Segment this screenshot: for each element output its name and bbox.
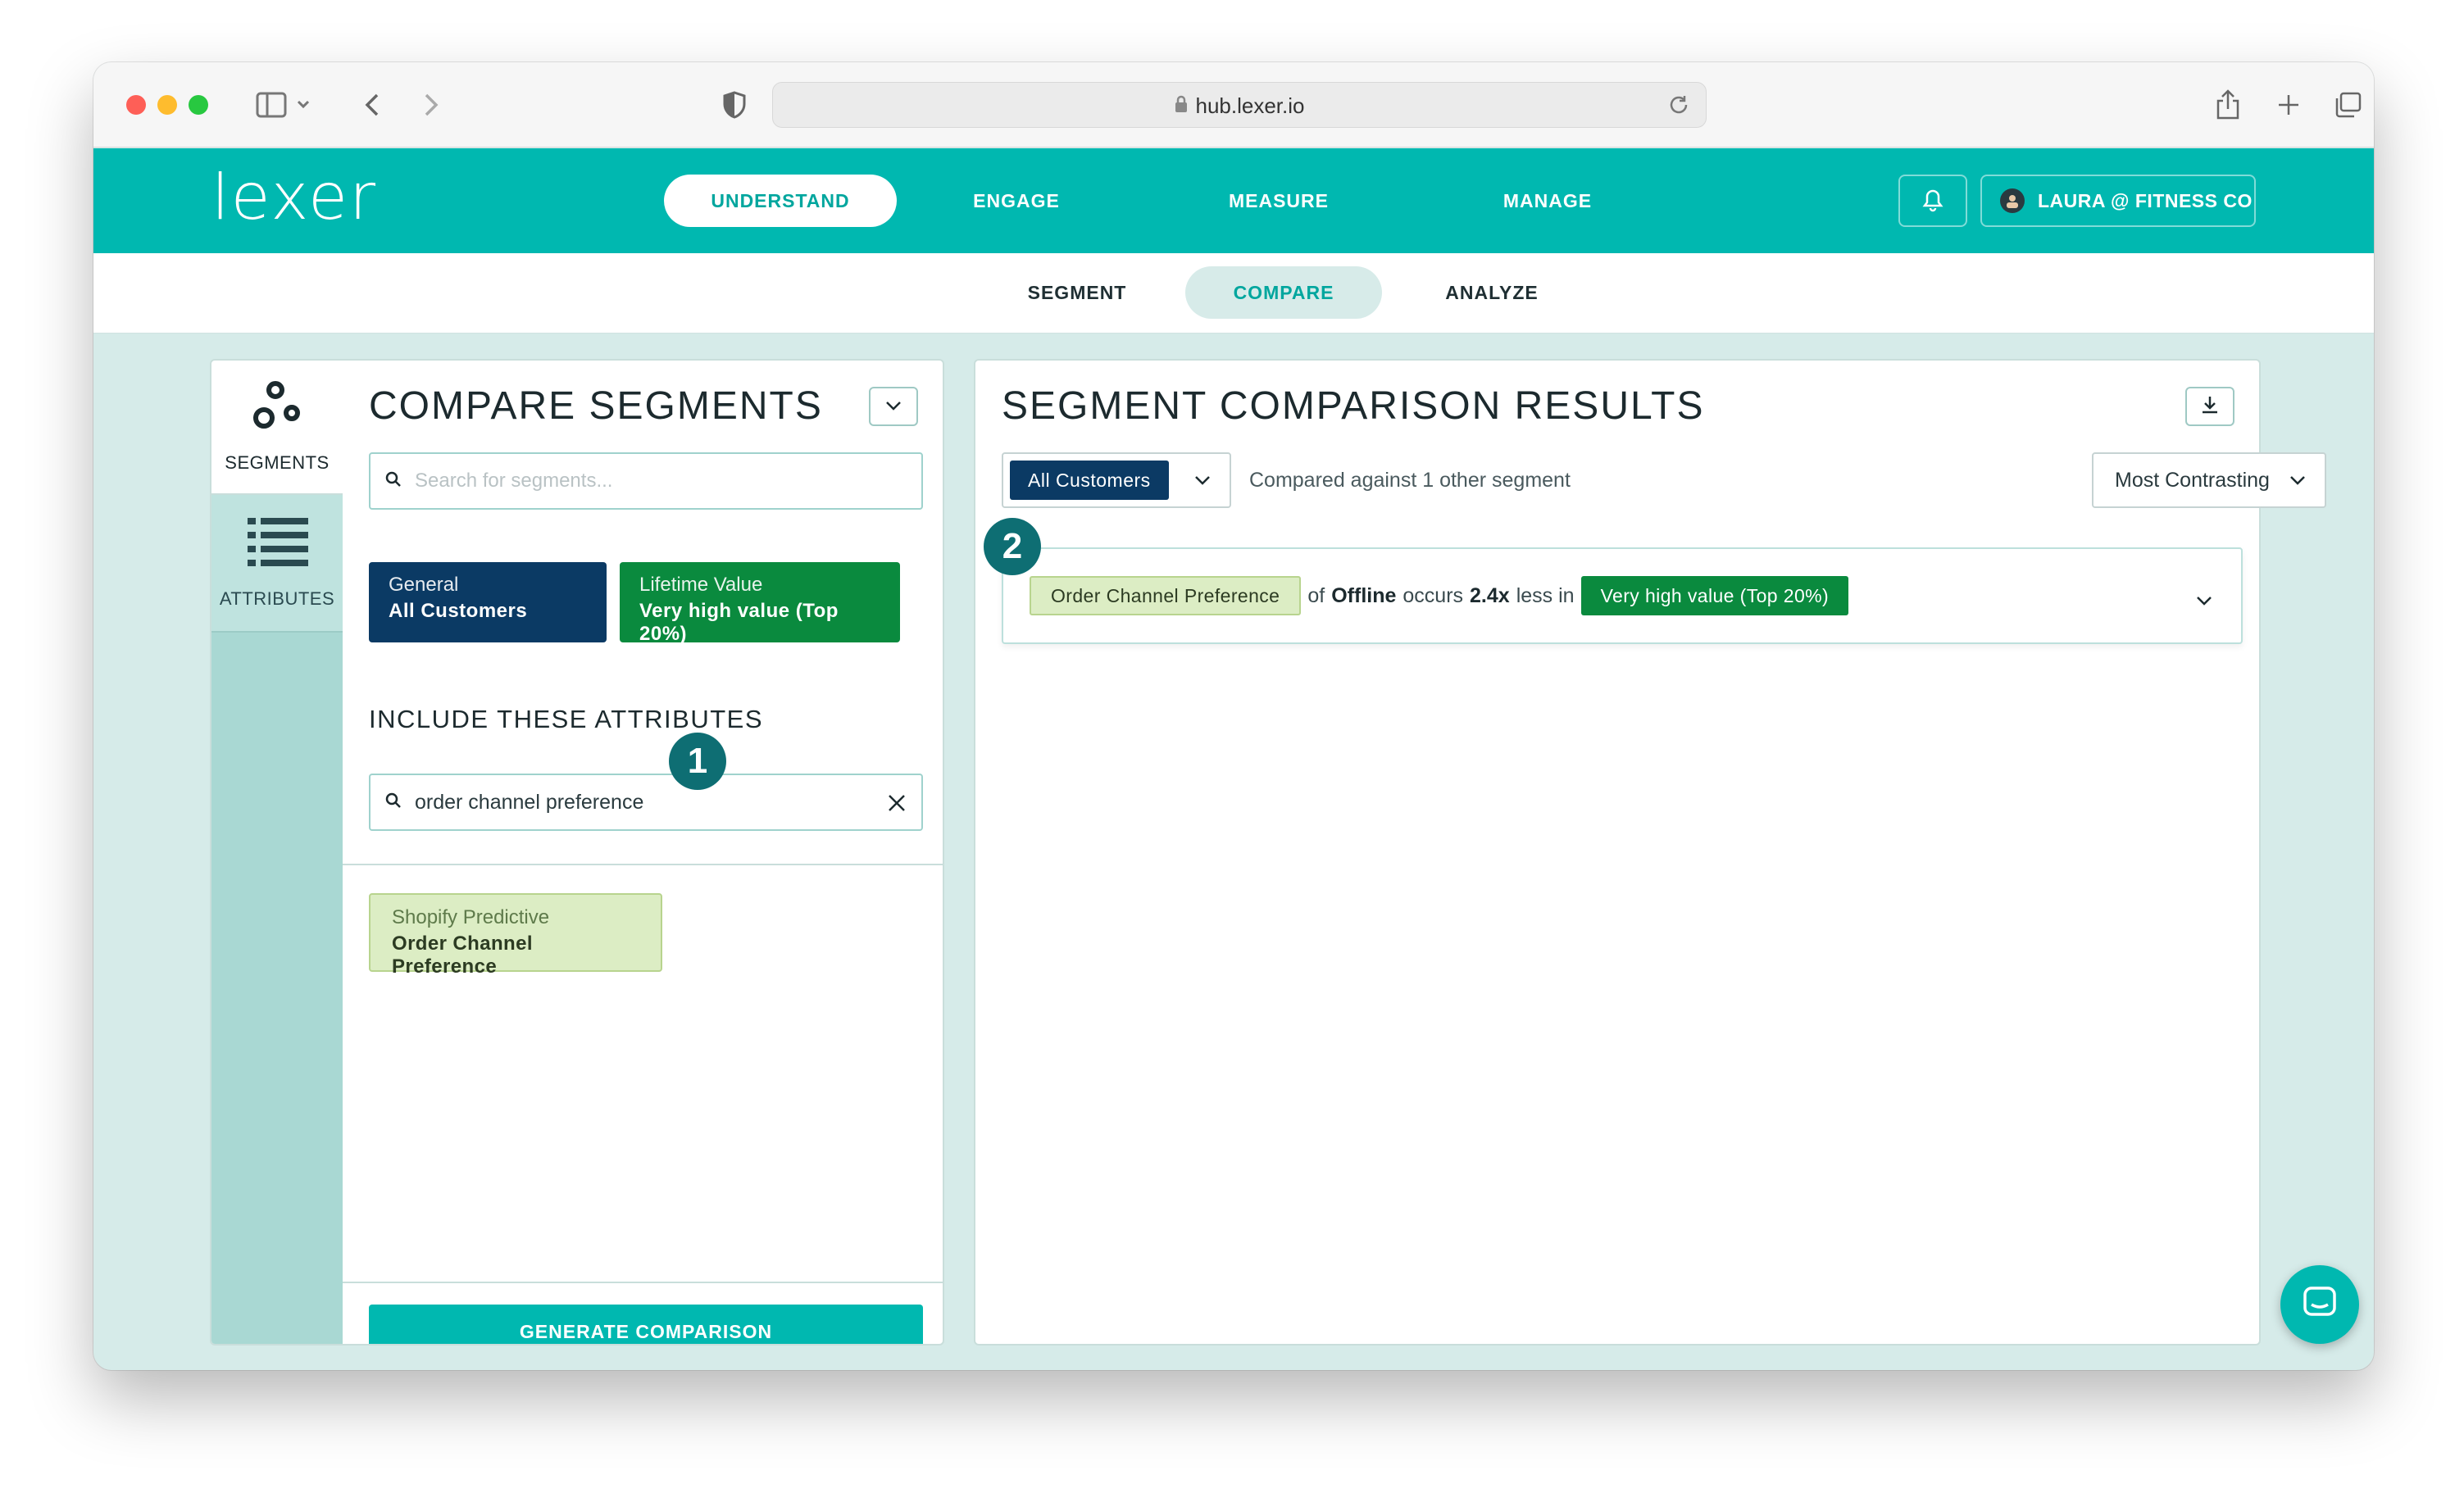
share-icon[interactable] [2212, 85, 2244, 125]
side-rail: SEGMENTS ATTRIBUTES [211, 361, 343, 1344]
browser-toolbar: hub.lexer.io [93, 62, 2374, 147]
generate-comparison-button[interactable]: GENERATE COMPARISON [369, 1305, 923, 1344]
url-text: hub.lexer.io [1195, 93, 1305, 118]
chat-icon [2302, 1285, 2338, 1324]
results-title: SEGMENT COMPARISON RESULTS [1002, 384, 1705, 428]
segment-card-all-customers[interactable]: General All Customers [369, 562, 607, 642]
nav-manage[interactable]: MANAGE [1457, 175, 1638, 227]
collapse-button[interactable] [869, 387, 918, 426]
reload-icon[interactable] [1666, 93, 1691, 120]
step-badge-1: 1 [669, 733, 726, 790]
compared-against-text: Compared against 1 other segment [1249, 469, 1571, 492]
rail-label-segments: SEGMENTS [225, 452, 330, 473]
notifications-button[interactable] [1898, 175, 1967, 227]
result-value: Offline [1331, 583, 1397, 607]
base-segment-select[interactable]: All Customers [1002, 452, 1231, 508]
attribute-card-order-channel-preference[interactable]: Shopify Predictive Order Channel Prefere… [369, 893, 662, 978]
chevron-down-icon[interactable] [2195, 588, 2213, 612]
page-title: COMPARE SEGMENTS [369, 384, 823, 428]
segment-search-placeholder: Search for segments... [415, 470, 613, 492]
divider [343, 864, 943, 865]
logo-text: lexer [211, 171, 377, 232]
result-row[interactable]: Order Channel Preference of Offline occu… [1002, 547, 2243, 644]
segment-name: Very high value (Top 20%) [639, 600, 839, 645]
attribute-name: Order Channel Preference [392, 933, 533, 978]
attributes-heading: INCLUDE THESE ATTRIBUTES [369, 705, 763, 733]
browser-window: hub.lexer.io lexer UNDERSTAND ENGAGE MEA… [93, 62, 2374, 1370]
privacy-shield-icon[interactable] [718, 85, 751, 125]
user-label: LAURA @ FITNESS CO [2038, 189, 2253, 211]
sidebar-toggle-icon[interactable] [251, 85, 320, 125]
search-icon [385, 792, 402, 812]
back-icon[interactable] [356, 85, 389, 125]
step-badge-2: 2 [984, 518, 1041, 575]
compare-segments-panel: SEGMENTS ATTRIBUTES COMPARE SEGMENTS Sea… [210, 359, 944, 1346]
address-bar[interactable]: hub.lexer.io [772, 82, 1707, 128]
attribute-tag: Order Channel Preference [1030, 576, 1302, 615]
list-icon [248, 518, 308, 570]
close-window-button[interactable] [126, 95, 146, 115]
tab-analyze[interactable]: ANALYZE [1418, 266, 1566, 319]
new-tab-icon[interactable] [2272, 85, 2305, 125]
result-text-occurs: occurs [1402, 583, 1464, 607]
result-text-less: less in [1516, 583, 1575, 607]
result-factor: 2.4x [1470, 583, 1510, 607]
forward-icon[interactable] [415, 85, 448, 125]
bell-icon [1921, 186, 1944, 216]
chevron-down-icon [1193, 474, 1212, 489]
sort-select[interactable]: Most Contrasting [2092, 452, 2326, 508]
minimize-window-button[interactable] [157, 95, 177, 115]
tab-compare[interactable]: COMPARE [1185, 266, 1382, 319]
segment-category: Lifetime Value [639, 574, 763, 596]
chevron-down-icon [2289, 474, 2307, 489]
segment-category: General [389, 574, 459, 596]
attribute-source: Shopify Predictive [392, 906, 550, 928]
lock-icon [1175, 93, 1188, 119]
clear-icon[interactable] [887, 793, 907, 816]
nav-measure[interactable]: MEASURE [1189, 175, 1369, 227]
zoom-window-button[interactable] [189, 95, 208, 115]
avatar [2000, 188, 2025, 213]
segments-icon [249, 379, 308, 441]
nav-understand[interactable]: UNDERSTAND [664, 175, 897, 227]
rail-label-attributes: ATTRIBUTES [219, 588, 335, 609]
divider [343, 1282, 943, 1283]
result-text-of: of [1307, 583, 1325, 607]
attribute-search-input[interactable]: order channel preference [369, 774, 923, 831]
download-icon [2200, 395, 2220, 418]
app-header: lexer UNDERSTAND ENGAGE MEASURE MANAGE L… [93, 148, 2374, 253]
lexer-logo[interactable]: lexer [211, 161, 457, 235]
sub-navigation: SEGMENT COMPARE ANALYZE [93, 253, 2374, 334]
sort-value: Most Contrasting [2115, 468, 2270, 492]
chevron-down-icon [884, 399, 902, 415]
chat-button[interactable] [2280, 1265, 2359, 1344]
nav-engage[interactable]: ENGAGE [926, 175, 1107, 227]
tab-overview-icon[interactable] [2331, 85, 2364, 125]
search-icon [385, 471, 402, 491]
tab-segment[interactable]: SEGMENT [1003, 266, 1151, 319]
segment-card-very-high-value[interactable]: Lifetime Value Very high value (Top 20%) [620, 562, 900, 645]
segment-name: All Customers [389, 600, 528, 622]
rail-item-segments[interactable]: SEGMENTS [211, 361, 343, 495]
compare-main: COMPARE SEGMENTS Search for segments... … [343, 361, 943, 1344]
rail-item-attributes[interactable]: ATTRIBUTES [211, 495, 343, 633]
user-menu-button[interactable]: LAURA @ FITNESS CO [1980, 175, 2256, 227]
download-button[interactable] [2185, 387, 2234, 426]
segment-tag: Very high value (Top 20%) [1580, 576, 1849, 615]
comparison-results-panel: SEGMENT COMPARISON RESULTS All Customers… [974, 359, 2326, 1346]
attribute-search-value: order channel preference [415, 790, 644, 814]
base-segment-value: All Customers [1010, 461, 1169, 500]
segment-search-input[interactable]: Search for segments... [369, 452, 923, 510]
